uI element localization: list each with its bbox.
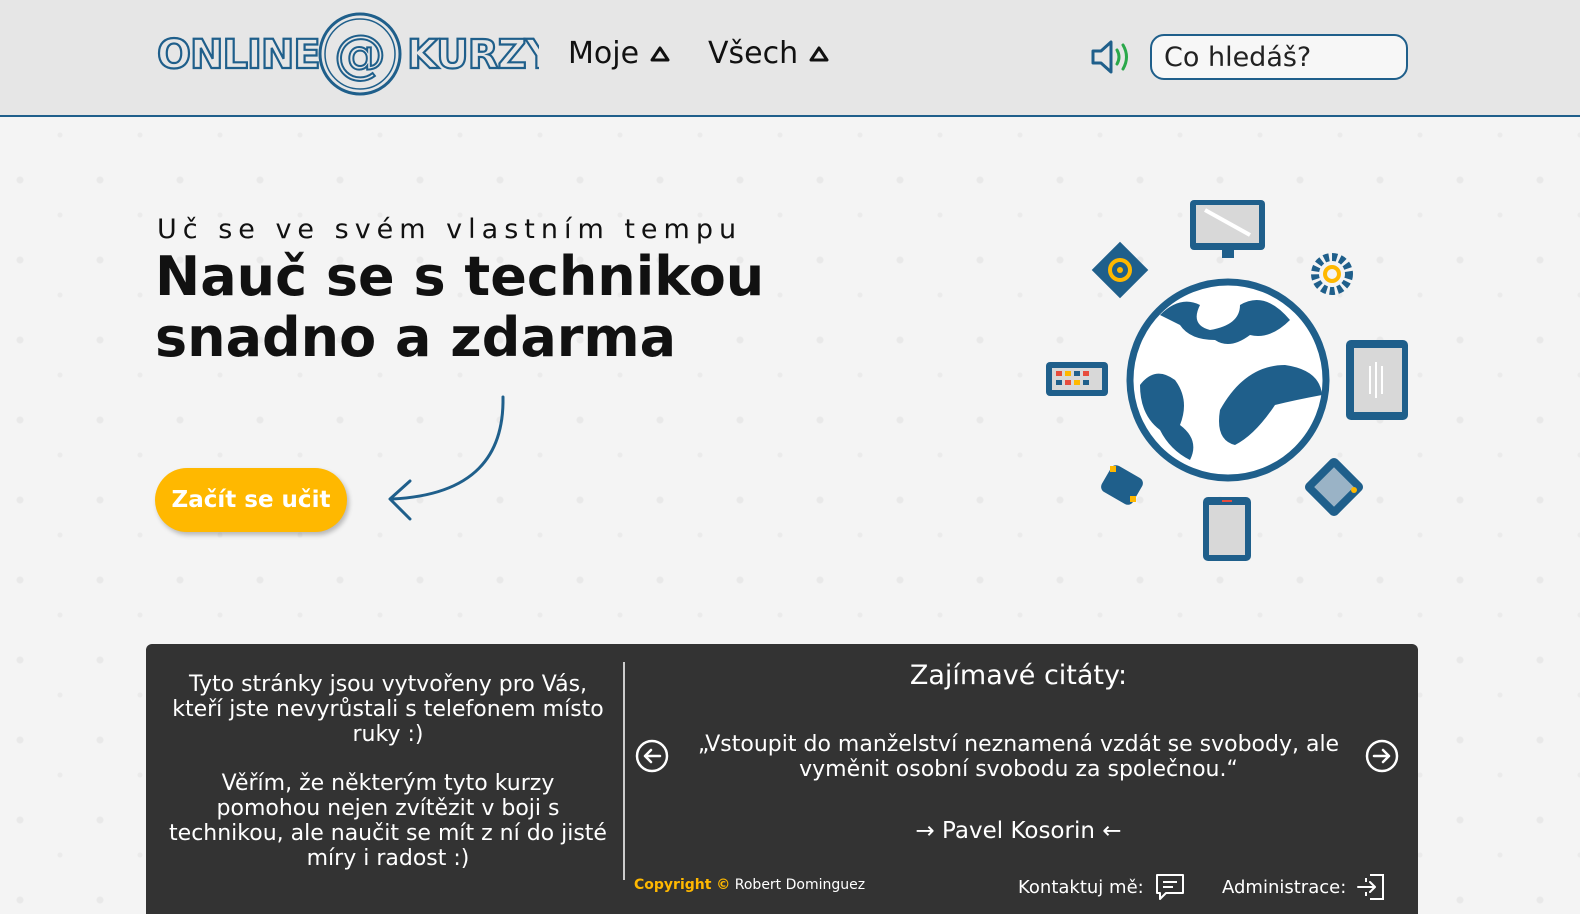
intro-paragraph-1: Tyto stránky jsou vytvořeny pro Vás, kte… — [172, 672, 604, 747]
svg-text:KURZY: KURZY — [407, 32, 539, 78]
tablet-icon — [1346, 340, 1408, 420]
globe-devices-illustration — [1046, 200, 1408, 561]
site-logo[interactable]: ONLINE @ KURZY — [155, 6, 539, 104]
hero-title: Nauč se s technikou snadno a zdarma — [155, 246, 795, 368]
svg-text:ONLINE: ONLINE — [157, 32, 320, 78]
admin-link[interactable]: Administrace: — [1222, 872, 1388, 902]
hero-subtitle: Uč se ve svém vlastním tempu — [157, 214, 743, 245]
quotes-heading: Zajímavé citáty: — [909, 660, 1128, 691]
site-header: ONLINE @ KURZY Moje Všech — [0, 0, 1580, 117]
copyright: Copyright © Robert Dominguez — [634, 877, 865, 893]
globe-icon — [1126, 278, 1330, 482]
quote-next-button[interactable] — [1365, 739, 1399, 773]
nav-vsech-label: Všech — [708, 36, 799, 71]
android-icon — [1101, 465, 1143, 505]
speaker-icon[interactable] — [1090, 38, 1134, 76]
nav-vsech[interactable]: Všech — [708, 36, 830, 71]
search-input[interactable] — [1150, 34, 1408, 80]
email-icon — [1091, 241, 1149, 299]
login-door-icon — [1357, 874, 1385, 900]
quote-prev-button[interactable] — [635, 739, 669, 773]
quote-author: → Pavel Kosorin ← — [915, 818, 1122, 844]
copyright-name: Robert Dominguez — [734, 877, 866, 893]
triangle-up-icon — [809, 46, 829, 61]
admin-label: Administrace: — [1222, 876, 1347, 898]
contact-link[interactable]: Kontaktuj mě: — [1018, 872, 1186, 902]
curved-arrow-icon — [388, 395, 505, 521]
calculator-icon — [1304, 457, 1364, 517]
intro-text: Tyto stránky jsou vytvořeny pro Vás, kte… — [168, 672, 608, 895]
nav-moje-label: Moje — [568, 36, 640, 71]
keyboard-icon — [1046, 362, 1108, 396]
gear-icon — [1311, 253, 1353, 295]
hero-title-line-2: snadno a zdarma — [155, 306, 677, 369]
hero-title-line-1: Nauč se s technikou — [155, 245, 765, 308]
start-learning-button[interactable]: Začít se učit — [155, 468, 347, 532]
intro-paragraph-2: Věřím, že některým tyto kurzy pomohou ne… — [169, 771, 607, 871]
triangle-up-icon — [650, 46, 670, 61]
quote-text: „Vstoupit do manželství neznamená vzdát … — [697, 732, 1340, 782]
chat-icon — [1155, 874, 1184, 900]
svg-text:@: @ — [334, 25, 386, 85]
nav-moje[interactable]: Moje — [568, 36, 671, 71]
panel-divider — [623, 662, 625, 880]
info-panel: Tyto stránky jsou vytvořeny pro Vás, kte… — [146, 644, 1418, 914]
phone-icon — [1203, 497, 1251, 561]
contact-label: Kontaktuj mě: — [1018, 876, 1144, 898]
monitor-icon — [1190, 200, 1265, 258]
copyright-label: Copyright © — [634, 877, 731, 893]
